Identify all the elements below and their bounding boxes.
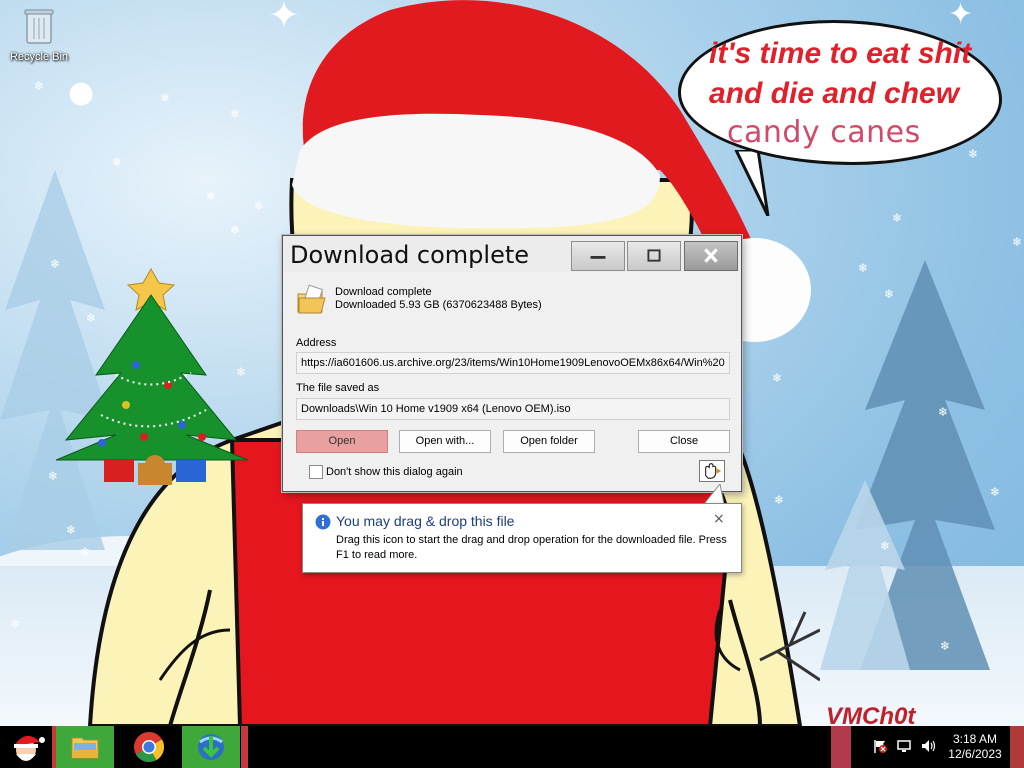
drag-drop-handle[interactable]	[699, 460, 725, 482]
address-label: Address	[296, 337, 337, 349]
snowflake-icon: ❄	[858, 261, 869, 275]
open-folder-button[interactable]: Open folder	[503, 430, 595, 453]
info-icon	[315, 514, 331, 530]
snowflake-icon: ❄	[892, 211, 903, 225]
dialog-titlebar[interactable]: Download complete	[283, 236, 741, 272]
taskbar-clock[interactable]: 3:18 AM 12/6/2023	[940, 732, 1010, 762]
dont-show-again-label[interactable]: Don't show this dialog again	[326, 466, 463, 478]
drag-hand-icon	[705, 463, 722, 479]
action-center-flag-icon[interactable]	[872, 738, 888, 754]
download-status-detail: Downloaded 5.93 GB (6370623488 Bytes)	[335, 299, 542, 311]
open-button[interactable]: Open	[296, 430, 388, 453]
recycle-bin-icon	[24, 9, 54, 44]
snowflake-icon: ❄	[940, 639, 951, 653]
download-complete-dialog: Download complete Download complete Down…	[282, 235, 742, 492]
speech-line-2: and die and chew	[709, 77, 960, 110]
desktop-icon-recycle-bin[interactable]: Recycle Bin	[6, 6, 72, 63]
christmas-tree-icon	[56, 267, 249, 485]
sparkle-icon: ✦	[948, 0, 974, 32]
pine-tree-icon	[820, 480, 910, 670]
saved-as-label: The file saved as	[296, 382, 380, 394]
file-explorer-icon	[71, 737, 99, 759]
santa-start-icon	[14, 735, 45, 761]
snowflake-icon: ❄	[1012, 235, 1023, 249]
download-folder-icon	[297, 284, 326, 314]
snowflake-icon: ❄	[880, 539, 891, 553]
close-button[interactable]: Close	[638, 430, 730, 453]
tooltip-close-button[interactable]: ×	[713, 511, 725, 527]
speech-bubble: it's time to eat shit and die and chew c…	[678, 20, 1002, 165]
taskbar-idm[interactable]	[182, 726, 240, 768]
tooltip-body: Drag this icon to start the drag and dro…	[336, 534, 727, 561]
dont-show-again-checkbox[interactable]	[309, 465, 323, 479]
volume-icon[interactable]	[920, 738, 936, 754]
taskbar-file-explorer[interactable]	[56, 726, 114, 768]
clock-time: 3:18 AM	[952, 732, 998, 746]
maximize-button[interactable]	[627, 241, 681, 271]
desktop-icon-label: Recycle Bin	[9, 51, 69, 63]
show-desktop-button[interactable]	[1010, 726, 1024, 768]
snowflake-icon: ❄	[10, 617, 21, 631]
address-field[interactable]: https://ia601606.us.archive.org/23/items…	[296, 352, 730, 374]
clock-date: 12/6/2023	[948, 747, 1002, 761]
start-button[interactable]	[0, 726, 52, 768]
taskbar-separator	[241, 726, 248, 768]
network-icon[interactable]	[896, 738, 912, 754]
snowflake-icon: ❄	[990, 485, 1001, 499]
minimize-button[interactable]	[571, 241, 625, 271]
snowflake-icon: ❄	[34, 79, 45, 93]
taskbar-tray-divider	[831, 726, 851, 768]
close-icon	[704, 248, 718, 263]
tooltip-title: You may drag & drop this file	[336, 513, 515, 529]
download-status-heading: Download complete	[335, 286, 432, 298]
tooltip-tail	[702, 484, 725, 505]
speech-bubble-tail	[734, 150, 770, 216]
snowflake-icon: ❄	[884, 287, 895, 301]
open-with-button[interactable]: Open with...	[399, 430, 491, 453]
snowflake-icon: ❄	[938, 405, 949, 419]
speech-line-1: it's time to eat shit	[709, 37, 972, 70]
drag-drop-tooltip: You may drag & drop this file × Drag thi…	[302, 503, 742, 573]
speech-line-3: candy canes	[727, 115, 921, 150]
chrome-icon	[134, 732, 164, 763]
idm-icon	[198, 734, 224, 760]
close-window-button[interactable]	[684, 241, 738, 271]
saved-as-field[interactable]: Downloads\Win 10 Home v1909 x64 (Lenovo …	[296, 398, 730, 420]
taskbar-chrome[interactable]	[120, 726, 178, 768]
dialog-title: Download complete	[290, 241, 530, 269]
snowflake-icon: ❄	[968, 147, 979, 161]
taskbar	[0, 726, 1024, 768]
maximize-icon	[647, 249, 661, 262]
minimize-icon	[590, 256, 606, 259]
wallpaper-signature: VMCh0t	[826, 703, 916, 726]
